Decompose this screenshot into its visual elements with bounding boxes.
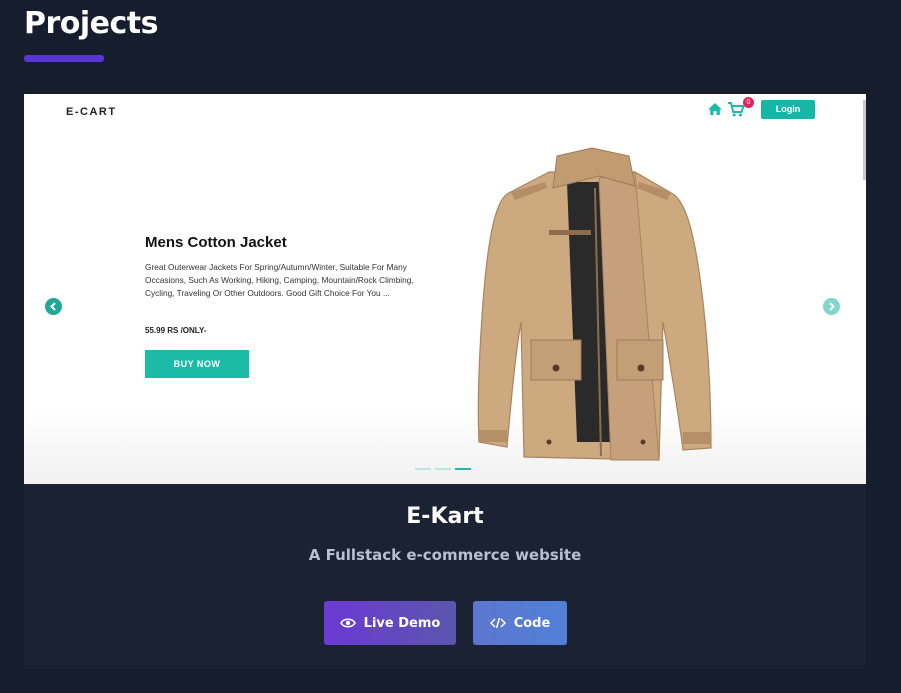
chevron-left-icon [50, 302, 56, 311]
home-icon[interactable] [707, 102, 723, 116]
login-button[interactable]: Login [761, 100, 815, 119]
project-description: A Fullstack e-commerce website [308, 546, 582, 564]
carousel-indicator[interactable] [435, 468, 451, 470]
product-jacket-image [477, 147, 712, 461]
project-preview: E-CART 0 Login Mens Cotton Jacket Great … [24, 94, 866, 484]
code-label: Code [513, 615, 551, 631]
cart-count-badge: 0 [743, 97, 754, 108]
scrollbar[interactable] [863, 100, 866, 180]
buy-now-button[interactable]: BUY NOW [145, 350, 249, 378]
title-underline [24, 55, 104, 62]
product-title: Mens Cotton Jacket [145, 234, 287, 251]
carousel-indicator-active[interactable] [455, 468, 471, 470]
section-title: Projects [24, 6, 159, 41]
code-icon [489, 617, 506, 629]
carousel-next-button[interactable] [823, 298, 840, 315]
live-demo-button[interactable]: Live Demo [324, 601, 456, 645]
carousel-indicator[interactable] [415, 468, 431, 470]
carousel-prev-button[interactable] [45, 298, 62, 315]
code-button[interactable]: Code [473, 601, 567, 645]
brand-logo[interactable]: E-CART [66, 106, 117, 118]
project-card: E-CART 0 Login Mens Cotton Jacket Great … [24, 94, 866, 665]
product-description: Great Outerwear Jackets For Spring/Autum… [145, 262, 414, 298]
eye-icon [339, 618, 356, 628]
project-name: E-Kart [406, 504, 484, 529]
product-price: 55.99 RS /ONLY- [145, 326, 207, 335]
live-demo-label: Live Demo [363, 615, 441, 631]
chevron-right-icon [829, 302, 835, 311]
